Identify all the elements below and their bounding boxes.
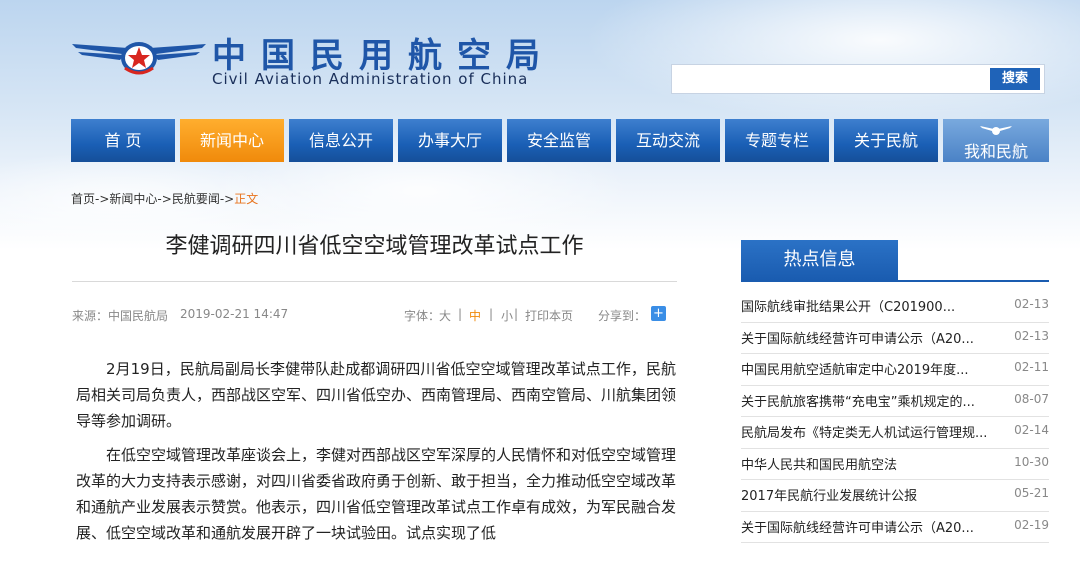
list-item-date: 02-11 <box>1014 360 1049 374</box>
meta-divider: | <box>514 307 519 321</box>
list-item-date: 08-07 <box>1014 391 1049 406</box>
breadcrumb-separator: -> <box>95 192 110 206</box>
list-item-date: 02-13 <box>1014 328 1049 343</box>
site-name-en: Civil Aviation Administration of China <box>212 70 529 88</box>
list-item[interactable]: 2017年民航行业发展统计公报 05-21 <box>741 480 1049 512</box>
list-item-date: 10-30 <box>1014 454 1049 469</box>
breadcrumb-separator: -> <box>157 192 172 206</box>
font-medium-button[interactable]: 中 <box>469 307 481 324</box>
nav-special-topics[interactable]: 专题专栏 <box>725 119 829 162</box>
list-item[interactable]: 国际航线审批结果公开（C201900... 02-13 <box>741 291 1049 323</box>
list-item-date: 02-13 <box>1014 297 1049 311</box>
article-paragraph: 2月19日，民航局副局长李健带队赴成都调研四川省低空空域管理改革试点工作，民航局… <box>76 360 677 430</box>
breadcrumb-home[interactable]: 首页 <box>71 192 95 206</box>
share-label: 分享到： <box>598 309 647 323</box>
breadcrumb-separator: -> <box>219 192 235 206</box>
nav-interaction[interactable]: 互动交流 <box>616 119 720 162</box>
nav-home[interactable]: 首 页 <box>71 119 175 162</box>
list-item[interactable]: 民航局发布《特定类无人机试运行管理规... 02-14 <box>741 417 1049 449</box>
site-logo[interactable]: 中国民用航空局 Civil Aviation Administration of… <box>70 28 540 88</box>
breadcrumb-aviation-news[interactable]: 民航要闻 <box>172 192 220 206</box>
article-date: 2019-02-21 14:47 <box>180 307 289 321</box>
list-item-title[interactable]: 关于国际航线经营许可申请公示（A20... <box>741 328 1006 347</box>
font-large-button[interactable]: 大 <box>439 307 451 324</box>
hot-info-heading: 热点信息 <box>741 240 898 280</box>
article-meta: 来源：中国民航局 2019-02-21 14:47 字体： 大 | 中 | 小 … <box>72 306 677 325</box>
hot-info-divider <box>741 280 1049 282</box>
list-item-title[interactable]: 国际航线审批结果公开（C201900... <box>741 296 1006 315</box>
wing-emblem-icon <box>980 126 1012 135</box>
nav-about[interactable]: 关于民航 <box>834 119 938 162</box>
meta-divider: | <box>489 307 494 321</box>
list-item[interactable]: 关于民航旅客携带“充电宝”乘机规定的... 08-07 <box>741 386 1049 417</box>
article-title: 李健调研四川省低空空域管理改革试点工作 <box>165 234 584 259</box>
share-plus-icon[interactable]: + <box>651 306 666 321</box>
nav-safety-supervision[interactable]: 安全监管 <box>507 119 611 162</box>
list-item-title[interactable]: 中华人民共和国民用航空法 <box>741 454 1006 473</box>
nav-me-and-aviation-label: 我和民航 <box>963 142 1028 161</box>
breadcrumb-current: 正文 <box>234 192 259 206</box>
caac-emblem-icon <box>72 42 206 75</box>
list-item[interactable]: 关于国际航线经营许可申请公示（A20... 02-19 <box>741 512 1049 543</box>
meta-divider: | <box>458 307 463 321</box>
search-input[interactable] <box>676 68 990 92</box>
print-button[interactable]: 打印本页 <box>525 307 573 324</box>
list-item-title[interactable]: 中国民用航空适航审定中心2019年度... <box>741 359 1006 378</box>
nav-service-hall[interactable]: 办事大厅 <box>398 119 502 162</box>
article-paragraph: 在低空空域管理改革座谈会上，李健对西部战区空军深厚的人民情怀和对低空空域管理改革… <box>76 446 677 542</box>
search-box: 搜索 <box>671 64 1045 94</box>
list-item-title[interactable]: 民航局发布《特定类无人机试运行管理规... <box>741 422 1006 441</box>
search-button[interactable]: 搜索 <box>990 68 1040 90</box>
list-item-title[interactable]: 关于民航旅客携带“充电宝”乘机规定的... <box>741 391 1006 410</box>
breadcrumb: 首页->新闻中心->民航要闻->正文 <box>71 190 258 207</box>
main-nav: 首 页 新闻中心 信息公开 办事大厅 安全监管 互动交流 专题专栏 关于民航 我… <box>71 119 1049 162</box>
breadcrumb-news-center[interactable]: 新闻中心 <box>109 192 157 206</box>
font-size-label: 字体： <box>404 309 441 323</box>
list-item[interactable]: 中华人民共和国民用航空法 10-30 <box>741 449 1049 480</box>
title-divider <box>72 281 677 282</box>
list-item[interactable]: 关于国际航线经营许可申请公示（A20... 02-13 <box>741 323 1049 354</box>
nav-info-disclosure[interactable]: 信息公开 <box>289 119 393 162</box>
list-item-date: 05-21 <box>1014 486 1049 500</box>
nav-me-and-aviation[interactable]: 我和民航 <box>943 119 1049 162</box>
hot-info-list: 国际航线审批结果公开（C201900... 02-13 关于国际航线经营许可申请公… <box>741 291 1049 543</box>
article-body: 2月19日，民航局副局长李健带队赴成都调研四川省低空空域管理改革试点工作，民航局… <box>76 356 676 554</box>
list-item[interactable]: 中国民用航空适航审定中心2019年度... 02-11 <box>741 354 1049 386</box>
list-item-title[interactable]: 关于国际航线经营许可申请公示（A20... <box>741 517 1006 536</box>
list-item-title[interactable]: 2017年民航行业发展统计公报 <box>741 485 1006 504</box>
nav-news-center[interactable]: 新闻中心 <box>180 119 284 162</box>
list-item-date: 02-19 <box>1014 517 1049 532</box>
article-source: 来源：中国民航局 <box>72 309 169 323</box>
font-small-button[interactable]: 小 <box>501 307 513 324</box>
list-item-date: 02-14 <box>1014 423 1049 437</box>
